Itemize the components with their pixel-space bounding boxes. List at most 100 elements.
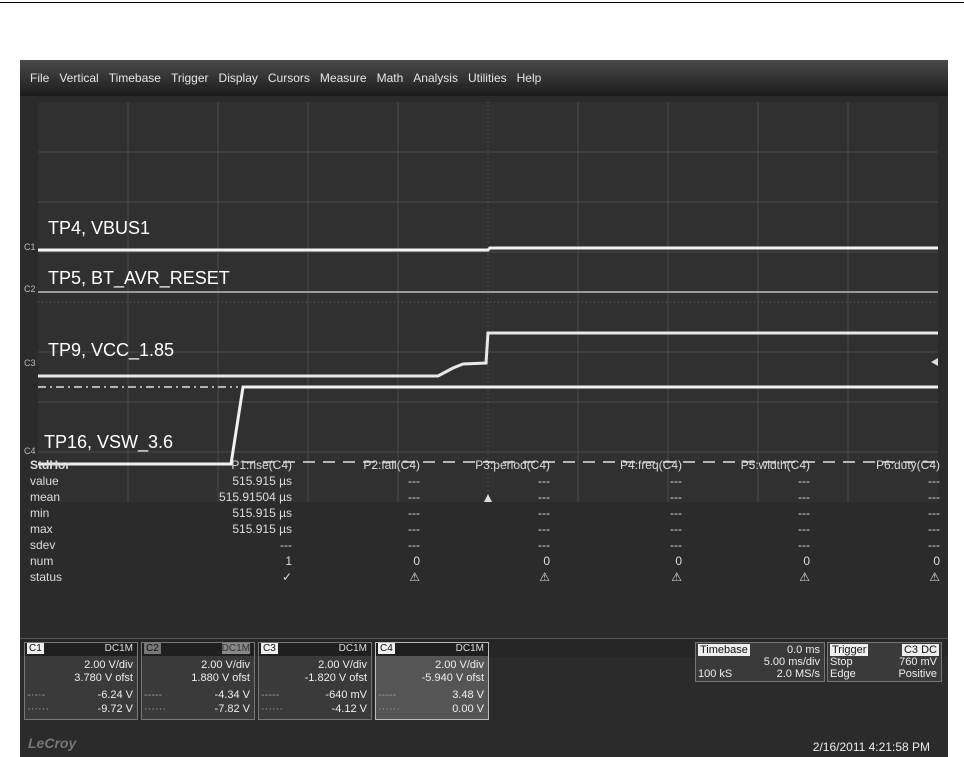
measure-cell: --- — [798, 490, 810, 504]
measure-cell: --- — [670, 538, 682, 552]
channel-offset: -1.820 V ofst — [304, 672, 367, 684]
measure-cell: --- — [280, 538, 292, 552]
channel-coupling: DC1M — [104, 643, 133, 654]
dotted-line-icon: ······ — [144, 703, 166, 715]
dash-line-icon: ----- — [378, 689, 397, 701]
menu-cursors[interactable]: Cursors — [268, 71, 310, 85]
trace-label-c4: TP16, VSW_3.6 — [44, 432, 174, 452]
channel-value-a: -6.24 V — [97, 689, 133, 701]
menu-analysis[interactable]: Analysis — [413, 71, 458, 85]
menu-help[interactable]: Help — [517, 71, 542, 85]
measure-cell: --- — [538, 490, 550, 504]
menu-math[interactable]: Math — [377, 71, 404, 85]
oscilloscope-screen: File Vertical Timebase Trigger Display C… — [20, 60, 948, 757]
measure-cell: --- — [670, 522, 682, 536]
menu-vertical[interactable]: Vertical — [59, 71, 98, 85]
measure-cell: 0 — [543, 554, 550, 568]
trigger-mode: Stop — [830, 656, 853, 668]
measure-cell: --- — [798, 538, 810, 552]
channel-vdiv: 2.00 V/div — [201, 659, 250, 671]
trigger-panel[interactable]: Trigger C3 DC Stop 760 mV Edge Positive — [827, 642, 942, 682]
page-rule — [0, 2, 964, 3]
c4-marker: C4 — [24, 446, 36, 456]
measure-cell: 0 — [933, 554, 940, 568]
menu-display[interactable]: Display — [219, 71, 258, 85]
measure-cell: 1 — [285, 554, 292, 568]
measure-cell: --- — [928, 538, 940, 552]
status-ok-icon: ✓ — [281, 570, 292, 584]
waveform-grid[interactable]: C1 C2 C3 C4 TP4, VBUS1 TP5, BT_AVR_RESET… — [24, 102, 938, 502]
measure-column[interactable]: P5:width(C4) — [741, 458, 810, 472]
measure-row: max 515.915 µs --- --- --- --- --- — [20, 522, 948, 538]
menu-file[interactable]: File — [30, 71, 49, 85]
measure-row: value 515.915 µs --- --- --- --- --- — [20, 474, 948, 490]
dash-line-icon: ----- — [144, 689, 163, 701]
channel-value-a: -640 mV — [325, 689, 367, 701]
measure-cell: --- — [670, 474, 682, 488]
menu-timebase[interactable]: Timebase — [109, 71, 161, 85]
measure-cell: 0 — [675, 554, 682, 568]
menu-bar: File Vertical Timebase Trigger Display C… — [20, 60, 948, 96]
channel-header: C1 DC1M — [25, 643, 137, 656]
measure-row: sdev --- --- --- --- --- --- — [20, 538, 948, 554]
channel-offset: -5.940 V ofst — [421, 672, 484, 684]
channel-header: C4 DC1M — [376, 643, 488, 656]
menu-trigger[interactable]: Trigger — [171, 71, 209, 85]
channel-header: C3 DC1M — [259, 643, 371, 656]
measure-column[interactable]: P4:freq(C4) — [620, 458, 682, 472]
channel-panel-c1[interactable]: C1 DC1M 2.00 V/div 3.780 V ofst -·-·- -6… — [24, 642, 138, 720]
measure-cell: --- — [798, 474, 810, 488]
measure-cell: --- — [928, 522, 940, 536]
measure-row-name: mean — [30, 490, 61, 504]
measure-cell: --- — [408, 522, 420, 536]
status-warning-icon: ⚠ — [929, 570, 940, 584]
channel-offset: 1.880 V ofst — [191, 672, 250, 684]
measure-cell: 515.91504 µs — [219, 490, 292, 504]
measure-column[interactable]: P2:fall(C4) — [363, 458, 420, 472]
measure-header: StdHor — [30, 458, 70, 472]
channel-header: C2 DC1M — [142, 643, 254, 656]
measure-cell: --- — [408, 538, 420, 552]
channel-value-b: -4.12 V — [331, 703, 367, 715]
measure-row-name: status — [30, 570, 63, 584]
channel-name: C1 — [27, 643, 44, 654]
status-warning-icon: ⚠ — [539, 570, 550, 584]
measure-row: mean 515.91504 µs --- --- --- --- --- — [20, 490, 948, 506]
measure-cell: 0 — [413, 554, 420, 568]
trigger-label: Trigger — [830, 644, 869, 656]
channel-panel-c4[interactable]: C4 DC1M 2.00 V/div -5.940 V ofst ----- 3… — [375, 642, 489, 720]
channel-panel-c3[interactable]: C3 DC1M 2.00 V/div -1.820 V ofst ----- -… — [258, 642, 372, 720]
channel-name: C2 — [144, 643, 161, 654]
menu-utilities[interactable]: Utilities — [468, 71, 507, 85]
measure-cell: --- — [408, 506, 420, 520]
trigger-level: 760 mV — [899, 656, 937, 668]
measure-cell: 0 — [803, 554, 810, 568]
status-warning-icon: ⚠ — [409, 570, 420, 584]
menu-measure[interactable]: Measure — [320, 71, 367, 85]
measure-cell: --- — [670, 490, 682, 504]
channel-vdiv: 2.00 V/div — [435, 659, 484, 671]
c2-marker: C2 — [24, 284, 36, 294]
measure-row: num 1 0 0 0 0 0 — [20, 554, 948, 570]
channel-coupling: DC1M — [455, 643, 484, 654]
status-warning-icon: ⚠ — [799, 570, 810, 584]
trigger-slope: Positive — [898, 668, 937, 680]
measure-cell: --- — [928, 474, 940, 488]
trigger-type: Edge — [830, 668, 856, 680]
measure-column[interactable]: P3:period(C4) — [475, 458, 550, 472]
trace-c1 — [38, 246, 938, 252]
measure-row-name: min — [30, 506, 50, 520]
measure-column[interactable]: P1:rise(C4) — [231, 458, 292, 472]
channel-panel-c2[interactable]: C2 DC1M 2.00 V/div 1.880 V ofst ----- -4… — [141, 642, 255, 720]
lecroy-logo: LeCroy — [28, 735, 77, 751]
c3-marker: C3 — [24, 358, 36, 368]
timebase-panel[interactable]: Timebase 0.0 ms 5.00 ms/div 100 kS 2.0 M… — [695, 642, 825, 682]
timebase-samples: 100 kS — [698, 668, 733, 680]
measure-cell: 515.915 µs — [232, 474, 292, 488]
measure-row-name: value — [30, 474, 59, 488]
trace-label-c3: TP9, VCC_1.85 — [48, 340, 175, 360]
channel-value-b: -9.72 V — [97, 703, 133, 715]
measure-column[interactable]: P6:duty(C4) — [876, 458, 940, 472]
trigger-level-marker — [931, 358, 938, 366]
measure-cell: 515.915 µs — [232, 506, 292, 520]
